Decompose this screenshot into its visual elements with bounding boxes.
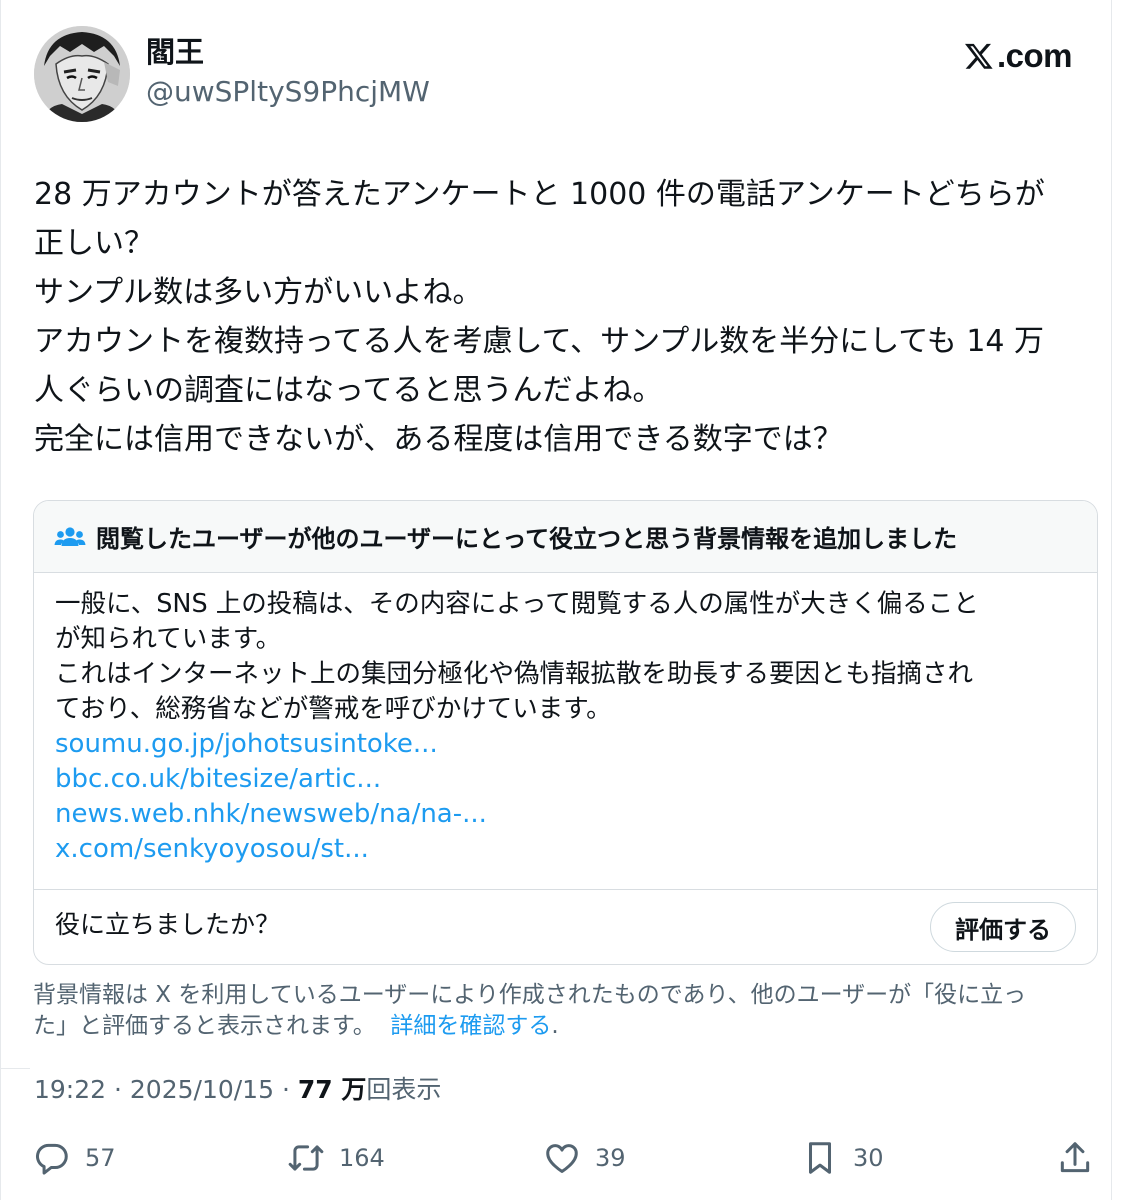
retweet-icon: [288, 1145, 324, 1171]
reply-icon: [36, 1143, 68, 1175]
note-line: が知られています。: [55, 624, 282, 654]
note-divider: [34, 889, 1097, 890]
retweet-count: 164: [339, 1144, 385, 1172]
community-note-header[interactable]: 閲覧したユーザーが他のユーザーにとって役立つと思う背景情報を追加しました: [34, 501, 1097, 573]
bookmark-icon: [808, 1142, 832, 1174]
community-note-body: 一般に、SNS 上の投稿は、その内容によって閲覧する人の属性が大きく偏ること が…: [55, 587, 1085, 867]
reply-button[interactable]: 57: [33, 1134, 116, 1182]
community-note-title: 閲覧したユーザーが他のユーザーにとって役立つと思う背景情報を追加しました: [96, 525, 958, 553]
tweet-meta: 19:22 · 2025/10/15 · 77 万回表示: [34, 1072, 441, 1108]
source-link-soumu[interactable]: soumu.go.jp/johotsusintoke...: [55, 727, 1085, 762]
right-border: [1111, 0, 1112, 1200]
disclaimer-text: た」と評価すると表示されます。: [33, 1013, 376, 1039]
share-button[interactable]: [1056, 1134, 1094, 1182]
note-line: これはインターネット上の集団分極化や偽情報拡散を助長する要因とも指摘され: [55, 659, 974, 689]
like-count: 39: [595, 1144, 626, 1172]
tweet-line: 28 万アカウントが答えたアンケートと 1000 件の電話アンケートどちらが: [34, 177, 1045, 212]
tweet-line: サンプル数は多い方がいいよね。: [34, 275, 483, 310]
meta-dot: ·: [281, 1075, 290, 1104]
note-line: ており、総務省などが警戒を呼びかけています。: [55, 694, 612, 724]
tweet-line: 完全には信用できないが、ある程度は信用できる数字では？: [34, 422, 843, 457]
source-link-x[interactable]: x.com/senkyoyosou/st...: [55, 832, 1085, 867]
source-link-nhk[interactable]: news.web.nhk/newsweb/na/na-...: [55, 797, 1085, 832]
disclaimer-line: た」と評価すると表示されます。 詳細を確認する.: [33, 1011, 1103, 1042]
separator: [0, 1068, 30, 1069]
reply-count: 57: [85, 1144, 116, 1172]
x-logo-icon: [965, 43, 993, 69]
meta-dot: ·: [114, 1075, 122, 1104]
retweet-button[interactable]: 164: [287, 1134, 385, 1182]
tweet-date[interactable]: 2025/10/15: [130, 1075, 274, 1104]
display-name[interactable]: 閻王: [146, 32, 204, 72]
view-label: 回表示: [366, 1075, 442, 1104]
bookmark-count: 30: [853, 1144, 884, 1172]
share-icon: [1060, 1142, 1090, 1173]
community-note: 閲覧したユーザーが他のユーザーにとって役立つと思う背景情報を追加しました 一般に…: [33, 500, 1098, 965]
heart-icon: [546, 1144, 578, 1173]
avatar-image: [34, 26, 130, 122]
x-com-brand[interactable]: .com: [964, 34, 1073, 78]
left-border: [0, 0, 1, 1200]
tweet-line: 人ぐらいの調査にはなってると思うんだよね。: [34, 373, 663, 408]
avatar[interactable]: [34, 26, 130, 122]
like-button[interactable]: 39: [543, 1134, 626, 1182]
note-disclaimer: 背景情報は X を利用しているユーザーにより作成されたものであり、他のユーザーが…: [33, 980, 1103, 1042]
brand-domain: .com: [997, 37, 1073, 74]
bookmark-button[interactable]: 30: [801, 1134, 884, 1182]
tweet-text: 28 万アカウントが答えたアンケートと 1000 件の電話アンケートどちらが 正…: [34, 170, 1094, 464]
learn-more-link[interactable]: 詳細を確認する: [390, 1013, 551, 1039]
note-line: 一般に、SNS 上の投稿は、その内容によって閲覧する人の属性が大きく偏ること: [55, 589, 979, 619]
disclaimer-line: 背景情報は X を利用しているユーザーにより作成されたものであり、他のユーザーが…: [33, 982, 1027, 1008]
rate-button[interactable]: 評価する: [930, 902, 1076, 952]
action-bar: 57 164 39 30: [0, 1134, 1111, 1182]
source-link-bbc[interactable]: bbc.co.uk/bitesize/artic...: [55, 762, 1085, 797]
tweet-line: アカウントを複数持ってる人を考慮して、サンプル数を半分にしても 14 万: [34, 324, 1045, 359]
user-handle[interactable]: @uwSPltyS9PhcjMW: [146, 73, 430, 111]
view-count: 77 万: [297, 1075, 367, 1104]
helpful-question: 役に立ちましたか？: [55, 910, 281, 939]
users-icon: [54, 526, 86, 546]
tweet-line: 正しい？: [34, 226, 154, 261]
disclaimer-period: .: [551, 1013, 559, 1039]
tweet-time[interactable]: 19:22: [34, 1075, 106, 1104]
